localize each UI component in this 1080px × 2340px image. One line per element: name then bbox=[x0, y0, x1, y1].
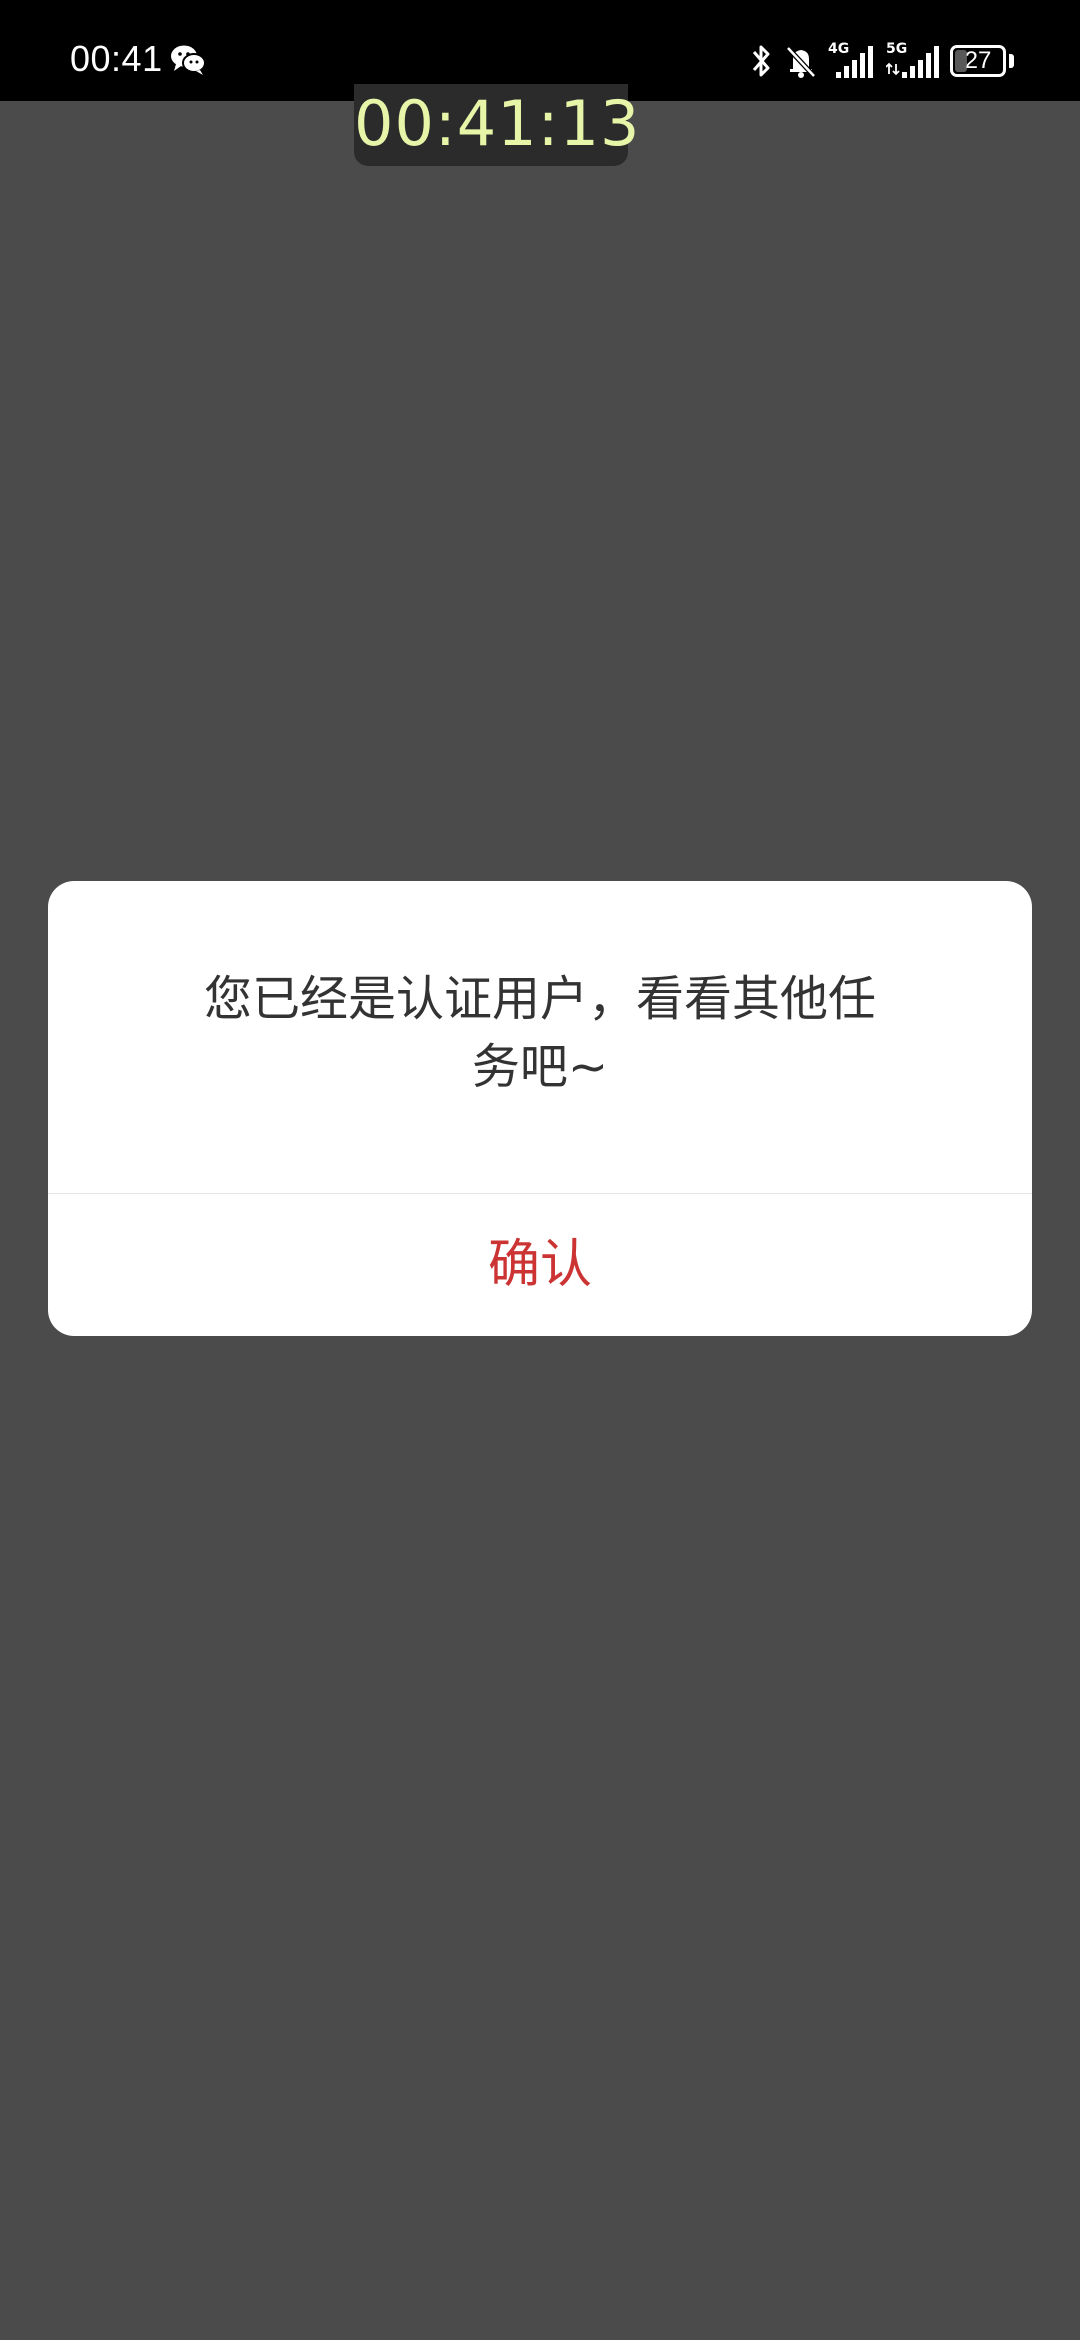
battery-level: 27 bbox=[964, 47, 992, 74]
notifications-off-icon bbox=[786, 46, 816, 78]
confirm-button[interactable]: 确认 bbox=[48, 1194, 1032, 1336]
signal-4g-icon: 4G bbox=[824, 40, 880, 80]
bluetooth-icon bbox=[752, 45, 770, 77]
dialog-message: 您已经是认证用户，看看其他任务吧~ bbox=[203, 971, 876, 1095]
timer-overlay: 00:41:13 bbox=[354, 84, 641, 166]
timer-text: 00:41:13 bbox=[354, 87, 641, 160]
battery-icon: 27 bbox=[950, 45, 1006, 77]
wechat-icon bbox=[171, 45, 206, 75]
status-time: 00:41 bbox=[70, 38, 163, 79]
signal-5g-icon: 5G bbox=[886, 40, 942, 80]
alert-dialog: 您已经是认证用户，看看其他任务吧~ 确认 bbox=[48, 881, 1032, 1336]
battery-cap bbox=[1009, 54, 1014, 68]
